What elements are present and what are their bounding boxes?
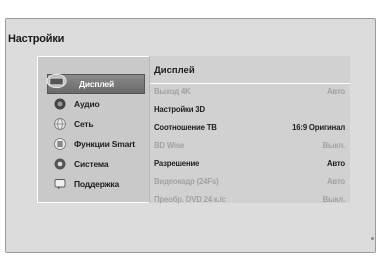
page-title: Настройки — [8, 33, 65, 45]
setting-row-bd-wise[interactable]: BD Wise Выкл. — [150, 136, 349, 154]
setting-value: Авто — [327, 86, 345, 96]
sidebar-item-label: Поддержка — [74, 179, 119, 189]
setting-row-tv-aspect[interactable]: Соотношение ТВ 16:9 Оригинал — [150, 118, 349, 136]
setting-label: Разрешение — [154, 158, 200, 168]
setting-row-4k-output[interactable]: Выход 4K Авто — [150, 82, 349, 100]
setting-row-movie-frame[interactable]: Видеокадр (24Fs) Авто — [150, 172, 349, 190]
speaker-icon — [53, 98, 66, 111]
sidebar-item-display[interactable]: Дисплей — [46, 73, 145, 94]
setting-value: Авто — [327, 176, 345, 186]
setting-row-3d-settings[interactable]: Настройки 3D — [150, 100, 349, 118]
setting-value: Авто — [327, 158, 345, 168]
sidebar-item-support[interactable]: Поддержка — [47, 174, 145, 194]
setting-label: BD Wise — [154, 140, 185, 150]
setting-value: Выкл. — [322, 140, 346, 150]
sidebar-item-label: Сеть — [74, 119, 94, 129]
network-icon — [53, 118, 66, 131]
system-icon — [53, 158, 66, 171]
corner-dot — [371, 237, 374, 240]
display-icon — [46, 73, 67, 91]
setting-row-resolution[interactable]: Разрешение Авто — [150, 154, 349, 172]
setting-label: Видеокадр (24Fs) — [154, 176, 219, 186]
sidebar-item-label: Система — [74, 159, 109, 169]
setting-label: Выход 4K — [154, 86, 191, 96]
setting-value: Выкл. — [322, 194, 346, 204]
setting-row-dvd-24fs[interactable]: Преобр. DVD 24 к./с Выкл. — [150, 190, 349, 208]
setting-label: Настройки 3D — [154, 104, 205, 114]
sidebar-item-label: Аудио — [74, 99, 100, 109]
content-title: Дисплей — [154, 65, 195, 76]
sidebar-item-label: Функции Smart — [74, 139, 135, 149]
setting-label: Преобр. DVD 24 к./с — [154, 194, 226, 204]
sidebar-item-system[interactable]: Система — [47, 154, 145, 174]
setting-label: Соотношение ТВ — [154, 122, 217, 132]
sidebar-item-audio[interactable]: Аудио — [47, 94, 145, 114]
smart-icon — [53, 138, 66, 151]
sidebar-item-label: Дисплей — [79, 79, 114, 89]
sidebar-item-network[interactable]: Сеть — [47, 114, 145, 134]
support-icon — [53, 178, 66, 191]
setting-value: 16:9 Оригинал — [292, 122, 345, 132]
display-settings-panel: Дисплей Выход 4K Авто Настройки 3D Соотн… — [149, 56, 350, 204]
sidebar-item-smart[interactable]: Функции Smart — [47, 134, 145, 154]
sidebar: Дисплей Аудио Сеть Функции Smart Система… — [37, 56, 149, 203]
